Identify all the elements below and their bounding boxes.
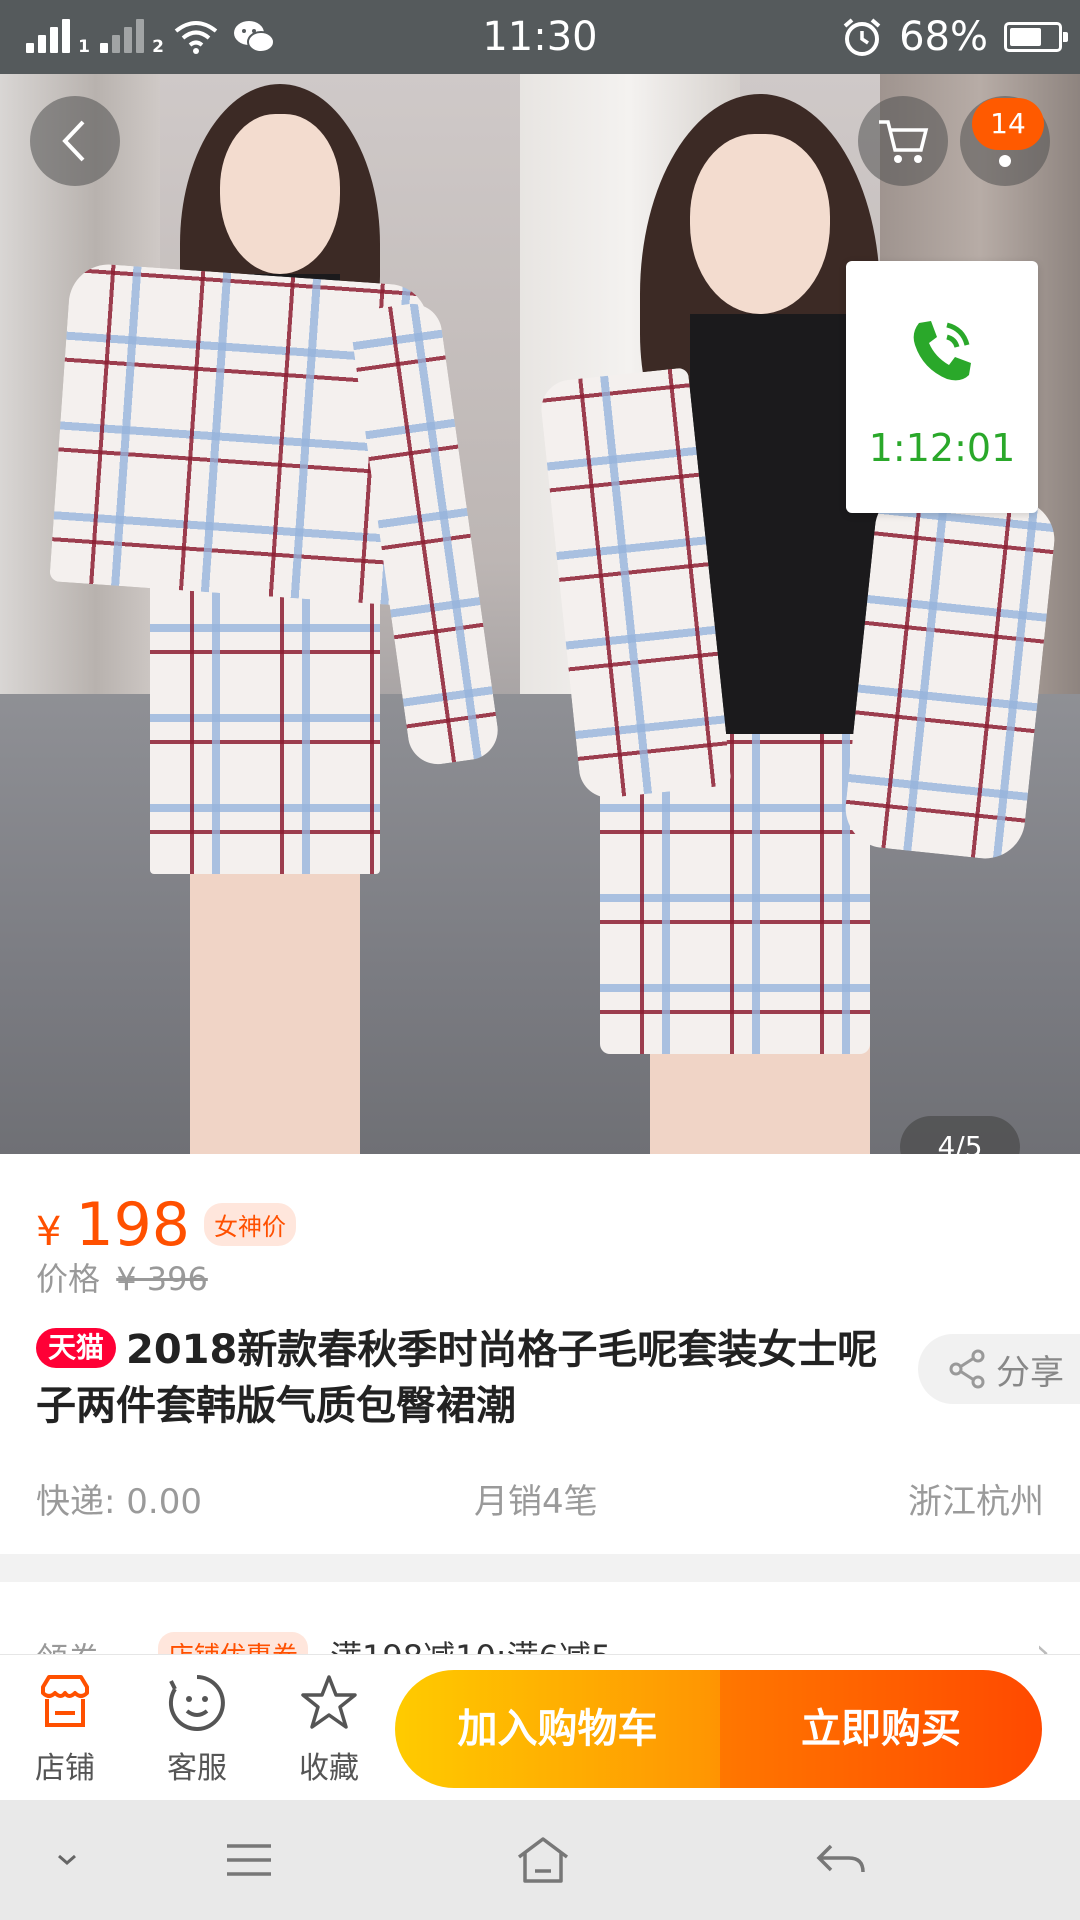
menu-button[interactable] [214,1828,284,1892]
customer-service-button[interactable]: 客服 [142,1655,252,1801]
ship-from-location: 浙江杭州 [908,1482,1044,1522]
back-icon [62,120,85,162]
share-icon [949,1349,985,1389]
system-navigation-bar [0,1800,1080,1920]
add-to-cart-button[interactable]: 加入购物车 [395,1670,720,1788]
product-title: 天猫 2018新款春秋季时尚格子毛呢套装女士呢子两件套韩版气质包臀裙潮 [36,1322,896,1434]
call-timer: 1:12:01 [868,426,1016,470]
coupon-row[interactable]: 领券 店铺优惠券 满198减10;满6减5 › [0,1582,1080,1654]
return-button[interactable] [806,1828,876,1892]
home-button[interactable] [508,1828,578,1892]
section-divider [0,1554,1080,1582]
battery-fill [1010,28,1042,46]
service-icon [168,1675,225,1731]
cart-button[interactable] [858,96,948,186]
collapse-icon [58,1854,76,1865]
service-label: 客服 [167,1751,227,1786]
coupon-tag: 店铺优惠券 [158,1632,309,1654]
price-row: ¥ 198 女神价 [36,1190,296,1260]
phone-icon [913,321,971,381]
shipping-fee: 快递: 0.00 [36,1482,202,1522]
status-bar: 1 2 11:30 68% [0,0,1080,74]
more-icon [999,155,1011,167]
tmall-tag: 天猫 [36,1328,117,1368]
return-icon [816,1844,865,1873]
star-icon [301,1675,357,1729]
original-price: ¥ 396 [116,1260,208,1298]
monthly-sales: 月销4笔 [474,1482,598,1522]
favorite-label: 收藏 [299,1751,359,1786]
home-icon [517,1837,569,1883]
original-price-label: 价格 [36,1260,101,1298]
menu-icon [227,1844,271,1876]
store-button[interactable]: 店铺 [10,1655,120,1801]
product-title-text: 2018新款春秋季时尚格子毛呢套装女士呢子两件套韩版气质包臀裙潮 [36,1327,878,1429]
battery-icon [1004,22,1068,52]
battery-percent: 68% [899,14,988,60]
bottom-action-bar: 店铺 客服 收藏 加入购物车 立即购买 [0,1654,1080,1800]
image-page-indicator: 4/5 [900,1116,1020,1154]
favorite-button[interactable]: 收藏 [274,1655,384,1801]
chevron-right-icon: › [1035,1632,1050,1654]
current-price: 198 [75,1190,190,1260]
shipping-sales-location-row: 快递: 0.00 月销4笔 浙江杭州 [36,1474,1044,1524]
coupon-label: 领券 [36,1634,100,1654]
alarm-icon [843,18,881,56]
store-icon [41,1675,89,1727]
share-button[interactable]: 分享 [918,1334,1080,1404]
cart-icon [879,120,929,163]
coupon-text: 满198减10;满6减5 [330,1632,611,1654]
price-tag: 女神价 [203,1203,296,1246]
status-right-group: 68% [841,14,1068,60]
buy-now-button[interactable]: 立即购买 [720,1670,1042,1788]
product-image-carousel[interactable]: 4/5 [0,74,1080,1154]
original-price-row: 价格 ¥ 396 [36,1254,208,1300]
share-label: 分享 [996,1352,1064,1393]
ongoing-call-widget[interactable]: 1:12:01 [846,261,1038,513]
collapse-button[interactable] [32,1828,102,1892]
model-right [538,74,1080,1154]
back-button[interactable] [30,96,120,186]
currency-symbol: ¥ [36,1209,62,1255]
model-left [40,74,560,1154]
cart-count-badge: 14 [972,98,1044,150]
store-label: 店铺 [35,1751,95,1786]
